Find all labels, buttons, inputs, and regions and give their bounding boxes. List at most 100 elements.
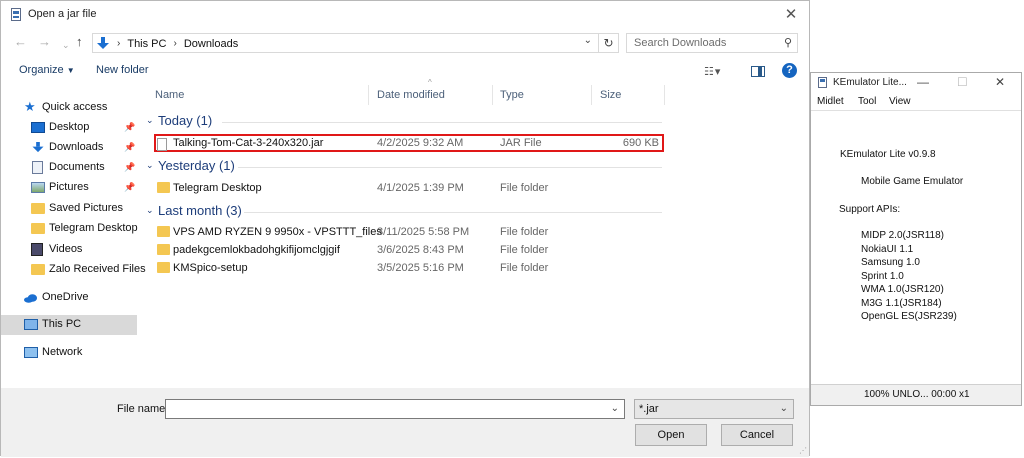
file-name: Telegram Desktop [173,182,262,194]
help-icon[interactable]: ? [782,63,797,78]
api-item: Sprint 1.0 [861,271,904,282]
file-row-talking-tom-jar[interactable]: Talking-Tom-Cat-3-240x320.jar 4/2/2025 9… [154,134,664,152]
sidebar-item-downloads[interactable]: Downloads 📌 [1,138,137,158]
file-name-label: File name: [117,403,169,415]
column-header-name[interactable]: Name [155,89,184,101]
sidebar-item-documents[interactable]: Documents 📌 [1,158,137,178]
new-folder-button[interactable]: New folder [96,64,149,76]
sidebar-item-quick-access[interactable]: ★ Quick access [1,98,137,118]
star-icon: ★ [24,99,36,114]
chevron-down-icon: ⌄ [779,403,788,414]
search-input[interactable]: Search Downloads ⚲ [626,33,798,53]
view-options-icon[interactable]: ☷ ▾ [704,65,720,78]
api-item: WMA 1.0(JSR120) [861,284,944,295]
resize-grip-icon[interactable]: ⋰ [799,446,807,455]
sidebar-item-label: Network [42,346,83,358]
file-name-input[interactable]: ⌄ [165,399,625,419]
group-header-yesterday[interactable]: ⌄ Yesterday (1) [146,158,666,178]
menu-midlet[interactable]: Midlet [817,96,844,107]
kemulator-screen[interactable]: KEmulator Lite v0.9.8 Mobile Game Emulat… [811,112,1021,384]
group-divider [238,167,662,168]
kemulator-window: KEmulator Lite... — ☐ ✕ Midlet Tool View… [810,72,1022,406]
sidebar-item-label: Saved Pictures [49,202,123,214]
file-name: KMSpico-setup [173,262,248,274]
chevron-down-icon: ▼ [66,66,75,75]
emulator-subtitle-text: Mobile Game Emulator [861,176,964,187]
kemulator-menubar: Midlet Tool View [811,94,1021,111]
column-header-date-modified[interactable]: Date modified [377,89,445,101]
maximize-icon[interactable]: ☐ [957,75,968,89]
api-item: M3G 1.1(JSR184) [861,298,942,309]
column-header-type[interactable]: Type [500,89,524,101]
chevron-down-icon: ⌄ [146,160,154,170]
file-type: File folder [500,182,549,194]
file-row-telegram-desktop[interactable]: Telegram Desktop 4/1/2025 1:39 PM File f… [154,179,666,197]
sidebar-item-saved-pictures[interactable]: Saved Pictures [1,199,137,219]
group-divider [222,122,662,123]
breadcrumb-this-pc[interactable]: This PC [127,38,166,50]
cancel-button[interactable]: Cancel [721,424,793,446]
videos-icon [31,243,43,256]
support-apis-heading: Support APIs: [839,204,901,215]
minimize-icon[interactable]: — [917,75,929,89]
file-type-filter-select[interactable]: *.jar ⌄ [634,399,794,419]
column-divider [591,85,592,105]
back-arrow-icon[interactable]: ← [14,35,27,49]
preview-pane-icon[interactable] [751,66,765,77]
up-arrow-icon[interactable]: ↑ [76,35,83,49]
group-header-last-month[interactable]: ⌄ Last month (3) [146,203,666,223]
sidebar-item-this-pc[interactable]: This PC [1,315,137,335]
pin-icon: 📌 [124,162,136,172]
filter-value: *.jar [639,403,659,415]
group-title: Last month (3) [158,203,242,218]
address-bar[interactable]: › This PC › Downloads ⌄ ↻ [92,33,619,53]
recent-locations-chevron-icon[interactable]: ⌄ [62,38,70,52]
menu-view[interactable]: View [889,96,911,107]
file-date: 3/11/2025 5:58 PM [377,226,470,238]
api-item: MIDP 2.0(JSR118) [861,230,944,241]
sidebar-item-zalo-received-files[interactable]: Zalo Received Files [1,260,146,280]
address-dropdown-icon[interactable]: ⌄ [584,35,592,46]
network-icon [24,347,38,358]
folder-icon [31,203,45,214]
column-header-size[interactable]: Size [600,89,621,101]
file-size: 690 KB [622,137,659,149]
dialog-footer: File name: ⌄ *.jar ⌄ Open Cancel ⋰ [1,388,809,457]
sort-caret-icon: ^ [428,78,432,87]
api-item: OpenGL ES(JSR239) [861,311,957,322]
dialog-title: Open a jar file [28,8,97,20]
computer-icon [24,319,38,330]
close-icon[interactable]: ✕ [781,5,801,25]
group-header-today[interactable]: ⌄ Today (1) [146,113,666,133]
open-button[interactable]: Open [635,424,707,446]
menu-tool[interactable]: Tool [858,96,876,107]
forward-arrow-icon[interactable]: → [38,35,51,49]
sidebar-item-label: OneDrive [42,291,89,303]
folder-icon [31,264,45,275]
file-list: ^ Name Date modified Type Size ⌄ Today (… [146,78,809,388]
api-item: Samsung 1.0 [861,257,920,268]
sidebar-item-telegram-desktop[interactable]: Telegram Desktop [1,219,138,239]
file-row-kmspico-folder[interactable]: KMSpico-setup 3/5/2025 5:16 PM File fold… [154,259,666,277]
pictures-icon [31,182,45,193]
close-icon[interactable]: ✕ [995,75,1005,89]
file-row-vps-folder[interactable]: VPS AMD RYZEN 9 9950x - VPSTTT_files 3/1… [154,223,666,241]
file-row-padekg-folder[interactable]: padekgcemlokbadohgkifijomclgjgif 3/6/202… [154,241,666,259]
organize-button[interactable]: Organize ▼ [19,64,75,76]
cloud-icon [24,294,38,303]
search-placeholder: Search Downloads [634,37,727,49]
sidebar-item-onedrive[interactable]: OneDrive [1,288,137,308]
sidebar-item-network[interactable]: Network [1,343,137,363]
file-date: 4/1/2025 1:39 PM [377,182,464,194]
refresh-icon[interactable]: ↻ [598,33,618,53]
chevron-down-icon[interactable]: ⌄ [611,403,619,414]
sidebar-item-pictures[interactable]: Pictures 📌 [1,178,137,198]
file-date: 4/2/2025 9:32 AM [377,137,464,149]
sidebar-item-desktop[interactable]: Desktop 📌 [1,118,137,138]
file-date: 3/6/2025 8:43 PM [377,244,464,256]
folder-icon [157,182,170,193]
api-item: NokiaUI 1.1 [861,244,914,255]
sidebar-item-videos[interactable]: Videos [1,240,137,260]
folder-icon [157,244,170,255]
breadcrumb-downloads[interactable]: Downloads [184,38,238,50]
